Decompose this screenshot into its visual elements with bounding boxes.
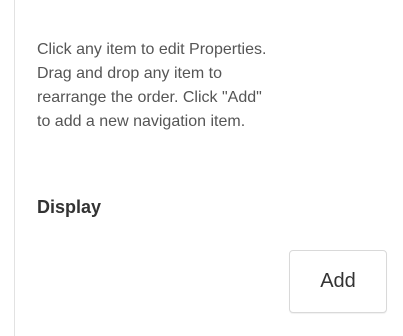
left-divider [14,0,15,336]
navigation-editor-panel: Click any item to edit Properties. Drag … [37,38,393,313]
instructions-text: Click any item to edit Properties. Drag … [37,41,267,130]
display-section-heading: Display [37,197,102,217]
add-button[interactable]: Add [289,250,387,313]
